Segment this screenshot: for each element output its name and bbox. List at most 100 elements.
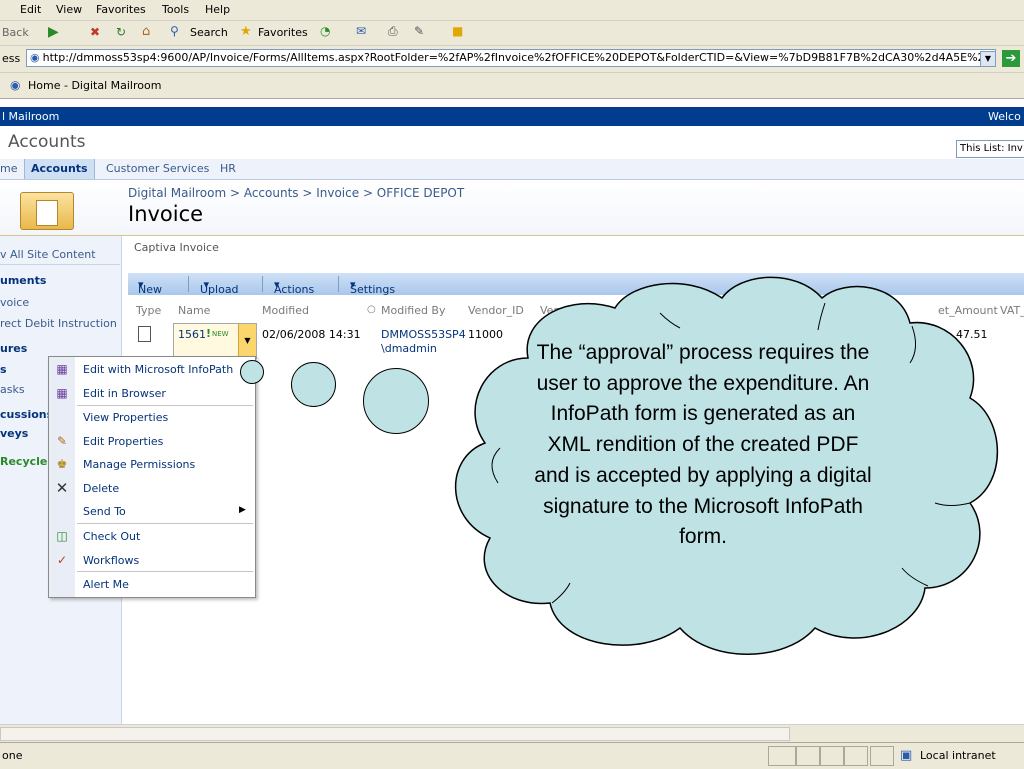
menu-manage-permissions[interactable]: ♚ Manage Permissions — [49, 453, 255, 475]
leftnav-all-site-content[interactable]: v All Site Content — [0, 248, 96, 261]
callout-dot-medium — [291, 362, 336, 407]
leftnav-lists-heading[interactable]: s — [0, 363, 7, 376]
menu-delete[interactable]: ✕ Delete — [49, 477, 255, 499]
history-icon[interactable]: ◔ — [320, 24, 330, 38]
search-scope-select[interactable]: This List: Inv — [956, 140, 1024, 158]
modified-by-domain[interactable]: \dmadmin — [381, 342, 437, 355]
security-zone: Local intranet — [920, 749, 996, 762]
new-label: New — [138, 283, 162, 296]
menu-view-properties[interactable]: View Properties — [49, 406, 255, 428]
top-navigation: me Accounts Customer Services HR — [0, 159, 1024, 180]
menu-check-out[interactable]: ◫ Check Out — [49, 525, 255, 547]
column-header-type[interactable]: Type — [136, 304, 161, 317]
topnav-hr[interactable]: HR — [220, 162, 236, 175]
back-button[interactable]: Back — [2, 26, 29, 39]
go-arrow-icon[interactable]: ➔ — [1002, 50, 1020, 67]
leftnav-tasks[interactable]: asks — [0, 383, 25, 396]
address-input[interactable]: ◉ http://dmmoss53sp4:9600/AP/Invoice/Form… — [26, 49, 996, 67]
upload-menu[interactable]: Upload ▾ — [200, 278, 239, 296]
settings-menu[interactable]: Settings ▾ — [350, 278, 395, 296]
welcome-menu[interactable]: Welco — [988, 110, 1021, 123]
home-icon[interactable]: ⌂ — [142, 24, 150, 39]
menu-help[interactable]: Help — [205, 3, 230, 16]
leftnav-pictures-heading[interactable]: ures — [0, 342, 27, 355]
top-bar-title[interactable]: l Mailroom — [2, 110, 59, 123]
leftnav-surveys-heading[interactable]: veys — [0, 427, 28, 440]
submenu-arrow-icon: ▶ — [239, 505, 246, 515]
tab-home[interactable]: Home - Digital Mailroom — [28, 79, 161, 92]
forward-icon[interactable]: ▶ — [48, 24, 59, 40]
site-header: Accounts This List: Inv — [0, 126, 1024, 159]
column-header-name[interactable]: Name — [178, 304, 210, 317]
menu-view[interactable]: View — [56, 3, 82, 16]
scrollbar-thumb[interactable] — [0, 727, 790, 741]
leftnav-direct-debit[interactable]: rect Debit Instruction — [0, 317, 117, 330]
menu-edit[interactable]: Edit — [20, 3, 41, 16]
column-header-modified[interactable]: Modified — [262, 304, 309, 317]
list-description: Captiva Invoice — [134, 241, 219, 254]
callout-dot-large — [363, 368, 429, 434]
actions-menu[interactable]: Actions ▾ — [274, 278, 314, 296]
browser-menu-bar: Edit View Favorites Tools Help — [0, 0, 1024, 21]
stop-icon[interactable]: ✖ — [90, 25, 100, 39]
edit-properties-icon: ✎ — [56, 434, 68, 448]
menu-edit-in-browser[interactable]: ▦ Edit in Browser — [49, 382, 255, 404]
document-type-icon — [138, 326, 151, 342]
menu-edit-properties[interactable]: ✎ Edit Properties — [49, 430, 255, 452]
name-cell-menu[interactable]: 1561 ! NEW ▼ — [173, 323, 257, 359]
settings-label: Settings — [350, 283, 396, 296]
site-title[interactable]: Accounts — [8, 132, 86, 152]
checkout-icon: ◫ — [56, 529, 68, 543]
page-header: Digital Mailroom > Accounts > Invoice > … — [0, 180, 1024, 236]
menu-alert-me[interactable]: Alert Me — [49, 573, 255, 595]
workflows-icon: ✓ — [56, 553, 68, 567]
breadcrumb[interactable]: Digital Mailroom > Accounts > Invoice > … — [128, 186, 464, 200]
new-badge: NEW — [212, 330, 229, 338]
permissions-icon: ♚ — [56, 457, 68, 471]
item-name[interactable]: 1561 — [178, 328, 206, 341]
modified-date: 02/06/2008 14:31 — [262, 328, 361, 341]
infopath-icon: ▦ — [56, 362, 68, 376]
browser-toolbar: Back ▶ ✖ ↻ ⌂ ⚲ Search ★ Favorites ◔ ✉ ⎙ … — [0, 21, 1024, 46]
refresh-icon[interactable]: ↻ — [116, 25, 126, 39]
document-library-icon — [20, 184, 74, 230]
menu-favorites[interactable]: Favorites — [96, 3, 146, 16]
page-title: Invoice — [128, 202, 204, 226]
folder-icon[interactable]: ■ — [452, 24, 463, 38]
mail-icon[interactable]: ✉ — [356, 24, 366, 38]
new-menu[interactable]: New ▾ — [138, 278, 162, 296]
new-badge-icon: ! — [206, 327, 212, 340]
menu-edit-with-infopath[interactable]: ▦ Edit with Microsoft InfoPath — [49, 358, 255, 380]
menu-send-to[interactable]: Send To ▶ — [49, 500, 255, 522]
ie-page-icon: ◉ — [30, 51, 40, 64]
topnav-accounts[interactable]: Accounts — [24, 159, 95, 179]
search-icon[interactable]: ⚲ — [170, 24, 179, 38]
browser-form-icon: ▦ — [56, 386, 68, 400]
status-bar: one ▣ Local intranet — [0, 742, 1024, 769]
favorites-star-icon: ★ — [240, 24, 252, 39]
leftnav-invoice[interactable]: voice — [0, 296, 29, 309]
leftnav-discussions-heading[interactable]: cussions — [0, 408, 53, 421]
search-button[interactable]: Search — [190, 26, 228, 39]
address-dropdown-icon[interactable]: ▼ — [980, 51, 996, 67]
intranet-zone-icon: ▣ — [900, 748, 913, 763]
print-icon[interactable]: ⎙ — [388, 24, 398, 39]
delete-icon: ✕ — [55, 479, 69, 497]
site-top-bar: l Mailroom Welco — [0, 107, 1024, 126]
menu-tools[interactable]: Tools — [162, 3, 189, 16]
favorites-button[interactable]: Favorites — [258, 26, 308, 39]
column-header-modified-by[interactable]: Modified By — [381, 304, 446, 317]
search-scope-label: This List: Inv — [960, 143, 1023, 154]
presence-icon: ○ — [367, 304, 376, 315]
menu-workflows[interactable]: ✓ Workflows — [49, 549, 255, 571]
topnav-home[interactable]: me — [0, 162, 17, 175]
topnav-customer-services[interactable]: Customer Services — [106, 162, 209, 175]
edit-icon[interactable]: ✎ — [414, 24, 424, 38]
item-dropdown-icon[interactable]: ▼ — [238, 324, 256, 358]
leftnav-documents-heading[interactable]: uments — [0, 274, 46, 287]
horizontal-scrollbar[interactable] — [0, 724, 1024, 742]
address-bar: ess ◉ http://dmmoss53sp4:9600/AP/Invoice/… — [0, 46, 1024, 73]
address-label: ess — [2, 52, 21, 65]
upload-label: Upload — [200, 283, 239, 296]
callout-text: The “approval” process requires the user… — [534, 341, 872, 549]
